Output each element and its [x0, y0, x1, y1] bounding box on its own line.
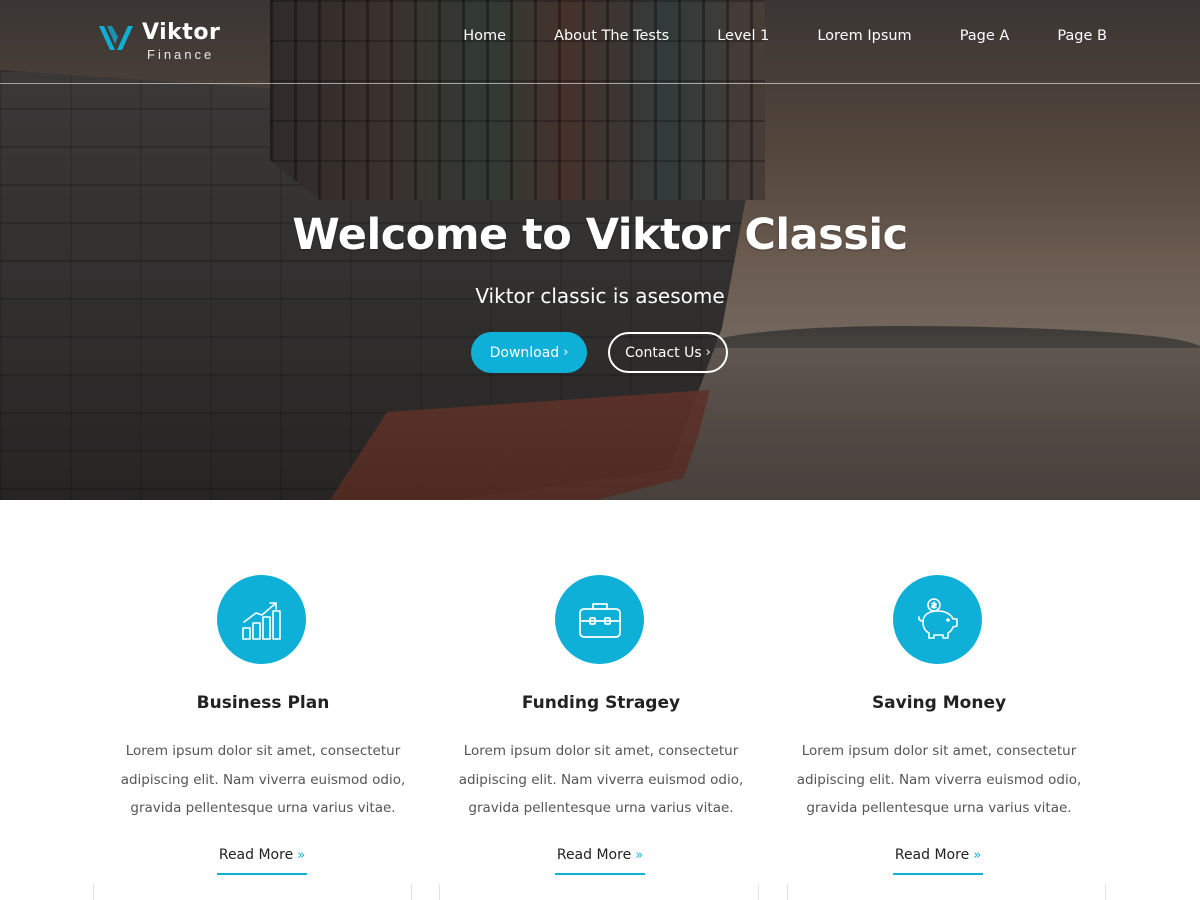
card-divider — [411, 884, 412, 900]
feature-icon-circle — [893, 575, 982, 664]
read-more-label: Read More — [894, 847, 970, 863]
card-divider — [1105, 884, 1106, 900]
card-divider — [787, 884, 788, 900]
feature-icon-circle — [217, 575, 306, 664]
double-chevron-right-icon: » — [297, 848, 306, 863]
nav-item-home[interactable]: Home — [439, 26, 530, 46]
read-more-label: Read More — [218, 847, 294, 863]
double-chevron-right-icon: » — [635, 848, 644, 863]
feature-description: Lorem ipsum dolor sit amet, consectetur … — [120, 743, 406, 816]
card-divider — [758, 884, 759, 900]
contact-us-button-label: Contact Us — [625, 344, 702, 361]
hero-banner: Viktor Finance Home About The Tests Leve… — [0, 0, 1200, 500]
brand-name: Viktor — [142, 20, 221, 45]
download-button[interactable]: Download › — [471, 332, 587, 373]
card-divider — [93, 884, 94, 900]
nav-item-page-b[interactable]: Page B — [1033, 26, 1130, 46]
viktor-logo-icon — [99, 26, 133, 50]
feature-title: Business Plan — [196, 693, 330, 713]
nav-item-page-a[interactable]: Page A — [936, 26, 1034, 46]
nav-item-lorem-ipsum[interactable]: Lorem Ipsum — [793, 26, 935, 46]
growth-chart-icon — [241, 601, 281, 640]
read-more-label: Read More — [556, 847, 632, 863]
feature-description: Lorem ipsum dolor sit amet, consectetur … — [458, 743, 744, 816]
read-more-link[interactable]: Read More» — [555, 847, 645, 875]
read-more-link[interactable]: Read More» — [893, 847, 983, 875]
feature-icon-circle — [555, 575, 644, 664]
double-chevron-right-icon: » — [973, 848, 982, 863]
site-header: Viktor Finance Home About The Tests Leve… — [0, 0, 1200, 84]
feature-description: Lorem ipsum dolor sit amet, consectetur … — [796, 743, 1082, 816]
feature-title: Saving Money — [871, 693, 1007, 713]
download-button-label: Download — [489, 344, 560, 361]
card-divider — [439, 884, 440, 900]
contact-us-button[interactable]: Contact Us › — [608, 332, 728, 373]
feature-title: Funding Stragey — [521, 693, 681, 713]
nav-item-about-the-tests[interactable]: About The Tests — [530, 26, 693, 46]
hero-subtitle: Viktor classic is asesome — [475, 284, 725, 308]
nav-item-level-1[interactable]: Level 1 — [693, 26, 793, 46]
piggy-bank-icon — [917, 597, 958, 639]
brand-tagline: Finance — [147, 47, 215, 62]
chevron-right-icon: › — [705, 345, 711, 360]
read-more-link[interactable]: Read More» — [217, 847, 307, 875]
site-logo[interactable]: Viktor Finance — [98, 20, 248, 64]
chevron-right-icon: › — [563, 345, 569, 360]
hero-title: Welcome to Viktor Classic — [292, 210, 908, 260]
main-nav: Home About The Tests Level 1 Lorem Ipsum… — [439, 26, 1130, 46]
briefcase-icon — [578, 602, 621, 638]
